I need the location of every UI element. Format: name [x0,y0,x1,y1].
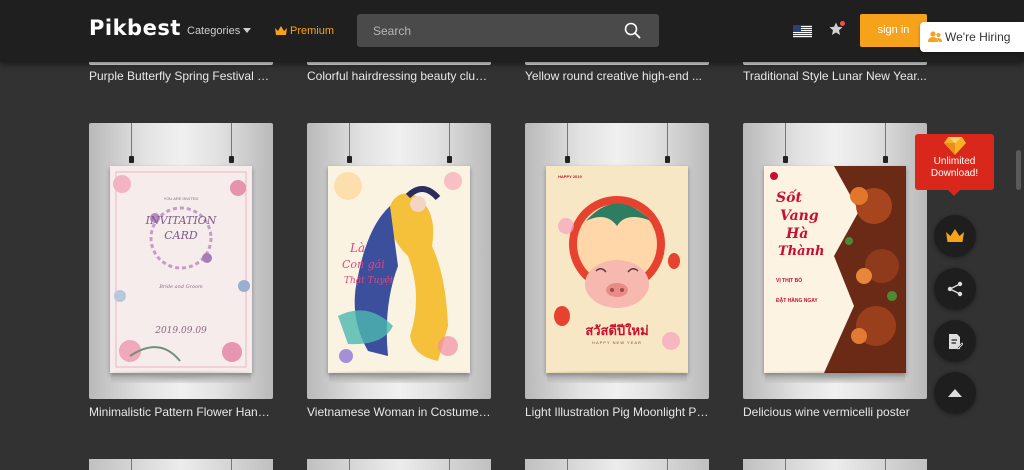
template-title[interactable]: Light Illustration Pig Moonlight Pl... [525,405,709,419]
feedback-button[interactable] [934,320,976,362]
search-icon[interactable] [624,22,641,39]
poster-heading: สวัสดีปีใหม่ [585,323,649,338]
share-button[interactable] [934,268,976,310]
hiring-badge[interactable]: We're Hiring [920,22,1024,52]
categories-menu[interactable]: Categories [187,25,252,37]
template-title[interactable]: Delicious wine vermicelli poster [743,405,927,419]
wine-vermicelli-poster: Sốt Vang Hà Thành VỊ THỊT BÒ ĐẶT HÀNG NG… [764,166,906,373]
people-icon [928,31,942,42]
share-icon [947,281,963,297]
top-card-title[interactable]: Yellow round creative high-end ... [525,69,709,83]
search-bar [357,14,659,47]
poster-small-text: Bride and Groom [159,284,203,290]
template-title[interactable]: Minimalistic Pattern Flower Hand... [89,405,273,419]
poster-heading: Sốt [776,190,802,206]
template-thumbnail[interactable]: INVITATION CARD YOU ARE INVITED Bride an… [89,123,273,399]
top-navbar: Pikbest Categories Premium sign in [0,0,1024,62]
poster-heading: INVITATION [145,214,217,227]
search-input[interactable] [357,14,617,47]
top-card-title[interactable]: Traditional Style Lunar New Year... [743,69,927,83]
poster-subheading: CARD [164,229,198,242]
favorites-star-icon[interactable] [829,21,845,41]
us-flag-icon[interactable] [793,25,812,38]
back-to-top-button[interactable] [934,372,976,414]
template-thumbnail[interactable]: Sốt Vang Hà Thành VỊ THỊT BÒ ĐẶT HÀNG NG… [743,123,927,399]
poster-item-2: ĐẶT HÀNG NGAY [776,298,818,304]
template-thumbnail[interactable]: Là Con gái Thật Tuyệt [307,123,491,399]
poster-small-text: HAPPY NEW YEAR [592,340,642,345]
premium-link[interactable]: Premium [275,25,334,37]
arrow-up-icon [948,389,962,397]
premium-label: Premium [290,25,335,37]
pig-new-year-poster: สวัสดีปีใหม่ HAPPY NEW YEAR HAPPY 2019 [546,166,688,373]
notification-dot [840,21,845,26]
poster-line3: Hà [786,226,809,242]
top-card-title[interactable]: Purple Butterfly Spring Festival P... [89,69,273,83]
unlimited-line-2: Download! [930,168,979,179]
poster-date: 2019.09.09 [155,326,207,336]
unlimited-line-1: Unlimited [933,156,976,167]
hiring-label: We're Hiring [945,30,1011,44]
chevron-down-icon [243,28,252,33]
next-row-card[interactable] [89,459,273,470]
poster-top-text: HAPPY 2019 [558,174,582,179]
crown-icon [946,229,964,242]
poster-line4: Thành [778,244,825,259]
unlimited-download-badge[interactable]: Unlimited Download! [915,134,994,196]
poster-subheading: Vang [780,208,819,224]
diamond-icon [943,137,966,155]
template-title[interactable]: Vietnamese Woman in Costume ... [307,405,491,419]
premium-crown-button[interactable] [934,215,976,257]
poster-small-text: Thật Tuyệt [344,276,394,286]
poster-item-1: VỊ THỊT BÒ [776,278,803,284]
invitation-poster: INVITATION CARD YOU ARE INVITED Bride an… [110,166,252,373]
page-scrollbar[interactable] [1016,150,1021,190]
pikbest-logo[interactable]: Pikbest [89,16,181,40]
next-row-card[interactable] [525,459,709,470]
poster-subheading: Con gái [342,258,385,271]
edit-document-icon [949,333,963,350]
poster-heading: Là [350,241,366,255]
categories-label: Categories [187,25,241,37]
crown-icon [275,26,287,35]
next-row-card[interactable] [307,459,491,470]
poster-top-text: YOU ARE INVITED [163,196,199,201]
next-row-card[interactable] [743,459,927,470]
signin-button[interactable]: sign in [860,14,927,47]
template-thumbnail[interactable]: สวัสดีปีใหม่ HAPPY NEW YEAR HAPPY 2019 [525,123,709,399]
vietnamese-woman-poster: Là Con gái Thật Tuyệt [328,166,470,373]
top-card-title[interactable]: Colorful hairdressing beauty club... [307,69,491,83]
